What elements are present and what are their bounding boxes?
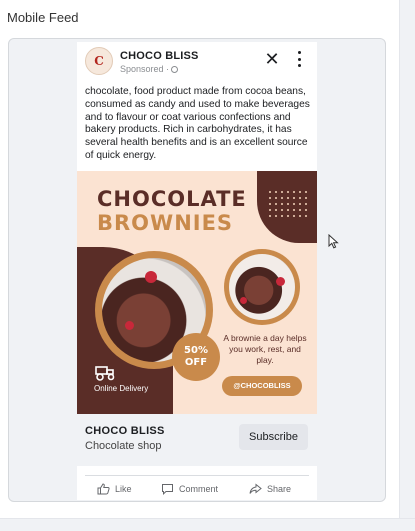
headline-line2: BROWNIES	[97, 211, 234, 235]
bottom-band	[0, 518, 415, 531]
subscribe-button[interactable]: Subscribe	[239, 424, 308, 450]
actions-divider	[85, 475, 309, 476]
like-label: Like	[115, 484, 132, 494]
headline-line1: CHOCOLATE	[97, 187, 247, 211]
share-label: Share	[267, 484, 292, 494]
strawberry-decor	[125, 321, 134, 330]
handle-pill: @CHOCOBLISS	[222, 376, 302, 396]
post-text: chocolate, food product made from cocoa …	[85, 86, 310, 161]
right-rail	[399, 0, 415, 518]
more-options-icon[interactable]	[295, 51, 303, 67]
strawberry-decor	[145, 271, 157, 283]
mouse-cursor-icon	[328, 234, 339, 249]
share-button[interactable]: Share	[249, 482, 291, 496]
sponsored-label: Sponsored ·	[120, 64, 179, 74]
comment-icon	[162, 484, 173, 495]
post-header: C CHOCO BLISS Sponsored · ✕	[77, 42, 317, 82]
share-icon	[249, 483, 262, 494]
page-name[interactable]: CHOCO BLISS	[120, 50, 199, 62]
ad-creative-image[interactable]: CHOCOLATE BROWNIES 50% OFF Online Deliver…	[77, 171, 317, 414]
strawberry-decor	[240, 297, 247, 304]
like-button[interactable]: Like	[97, 482, 132, 496]
globe-icon	[171, 66, 179, 73]
delivery-tractor-icon	[95, 366, 115, 381]
decor-dot-grid	[267, 189, 307, 219]
cta-title: CHOCO BLISS	[85, 425, 165, 437]
comment-label: Comment	[179, 484, 219, 494]
comment-button[interactable]: Comment	[161, 482, 218, 496]
ad-card: C CHOCO BLISS Sponsored · ✕ chocolate, f…	[77, 42, 317, 500]
delivery-label: Online Delivery	[94, 384, 149, 393]
brownie-plate-small	[224, 249, 300, 325]
cta-bar: CHOCO BLISS Chocolate shop Subscribe	[77, 414, 317, 466]
thumbs-up-icon	[97, 483, 110, 495]
close-icon[interactable]: ✕	[263, 50, 281, 68]
page-avatar[interactable]: C	[85, 47, 113, 75]
choco-bliss-logo-icon: C	[94, 54, 104, 68]
discount-badge: 50% OFF	[172, 333, 220, 381]
strawberry-decor	[276, 277, 285, 286]
cta-subtitle: Chocolate shop	[85, 440, 162, 452]
section-title: Mobile Feed	[7, 10, 79, 25]
brownie-photo-small	[229, 254, 295, 320]
promo-text: A brownie a day helps you work, rest, an…	[223, 333, 307, 365]
